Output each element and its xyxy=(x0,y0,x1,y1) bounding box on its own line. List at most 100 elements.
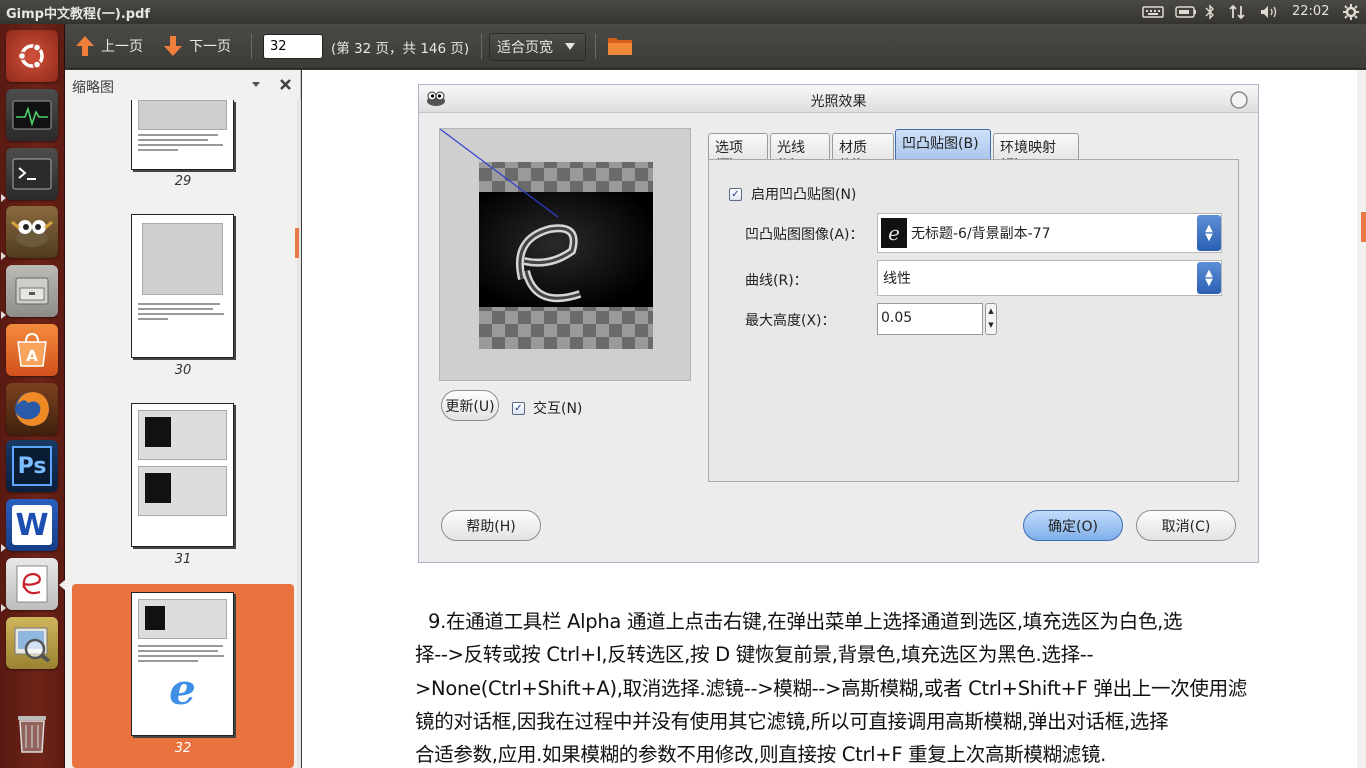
paragraph-line: 9.在通道工具栏 Alpha 通道上点击右键,在弹出菜单上选择通道到选区,填充选… xyxy=(428,610,1183,633)
gear-icon[interactable] xyxy=(1340,2,1362,22)
gimp-icon[interactable] xyxy=(6,206,58,258)
toolbar-separator xyxy=(251,34,252,59)
paragraph-line: 合适参数,应用.如果模糊的参数不用修改,则直接按 Ctrl+F 重复上次高斯模糊… xyxy=(415,743,1107,766)
close-icon xyxy=(1230,91,1248,109)
update-button: 更新(U) xyxy=(441,390,499,421)
window-title: Gimp中文教程(一).pdf xyxy=(6,7,151,22)
zoom-label: 适合页宽 xyxy=(497,40,553,56)
curve-label: 曲线(R)： xyxy=(745,273,808,289)
zoom-select[interactable]: 适合页宽 xyxy=(489,33,586,61)
dialog-title: 光照效果 xyxy=(810,94,867,110)
sidebar-scrollbar[interactable] xyxy=(297,100,301,768)
max-height-label: 最大高度(X)： xyxy=(745,313,836,329)
sidebar-header: 缩略图 xyxy=(65,70,301,100)
viewer-toolbar: 上一页 下一页 (第 32 页，共 146 页) 适合页宽 xyxy=(65,24,1366,69)
e-logo-icon: e xyxy=(169,665,196,714)
running-indicator xyxy=(1,252,6,260)
top-panel: Gimp中文教程(一).pdf 22:02 xyxy=(0,0,1366,24)
tab-bump-map: 凹凸贴图(B) xyxy=(895,129,991,160)
arrow-down-icon xyxy=(164,36,182,56)
wps-writer-label: W xyxy=(12,505,52,545)
wps-writer-icon[interactable]: W xyxy=(6,499,58,551)
preview-image xyxy=(440,129,653,349)
checkbox-checked-icon: ✓ xyxy=(729,187,742,201)
network-icon[interactable] xyxy=(1226,2,1248,22)
software-center-icon[interactable]: A xyxy=(6,324,58,376)
tab-environment-map: 环境映射(E) xyxy=(993,133,1079,173)
chevron-down-icon[interactable] xyxy=(252,82,260,88)
arrow-up-icon xyxy=(76,36,94,56)
tab-options: 选项(T) xyxy=(708,133,768,173)
interactive-label: 交互(N) xyxy=(533,401,583,417)
image-viewer-icon[interactable] xyxy=(6,617,58,669)
photoshop-label: Ps xyxy=(12,446,52,486)
terminal-icon[interactable] xyxy=(6,148,58,200)
thumbnail-page-number: 30 xyxy=(174,363,192,378)
volume-icon[interactable] xyxy=(1258,2,1282,22)
thumbnail-page-number: 31 xyxy=(174,552,192,567)
paragraph-line: 择-->反转或按 Ctrl+I,反转选区,按 D 键恢复前景,背景色,填充选区为… xyxy=(415,643,1094,666)
bump-image-value: 无标题-6/背景副本-77 xyxy=(911,226,1051,242)
image-thumbnail-icon: e xyxy=(881,218,907,248)
previous-page-button[interactable]: 上一页 xyxy=(75,35,143,57)
thumbnail-page-selected[interactable]: e xyxy=(131,592,234,736)
document-scroll-thumb[interactable] xyxy=(1361,212,1366,242)
ubuntu-logo-icon[interactable] xyxy=(6,30,58,82)
curve-select: 线性 ▲ ▼ xyxy=(877,260,1222,296)
battery-icon[interactable] xyxy=(1173,2,1199,22)
next-page-button[interactable]: 下一页 xyxy=(163,35,231,57)
next-page-label: 下一页 xyxy=(189,39,231,55)
lighting-effects-dialog-image: 光照效果 更新(U) ✓ 交互(N) 选项(T) 光线(L) 材质(M) 凹凸贴… xyxy=(418,84,1259,563)
tab-light: 光线(L) xyxy=(770,133,830,173)
close-icon[interactable] xyxy=(279,78,292,91)
running-indicator xyxy=(1,311,6,319)
toolbar-separator xyxy=(595,34,596,59)
thumbnail-page-number: 32 xyxy=(174,741,192,756)
toolbar-separator xyxy=(481,34,482,59)
running-indicator xyxy=(1,604,6,612)
running-indicator xyxy=(1,544,6,552)
help-button: 帮助(H) xyxy=(441,510,541,541)
chevron-down-icon xyxy=(565,43,575,50)
page-number-input[interactable] xyxy=(263,34,323,59)
curve-value: 线性 xyxy=(883,271,911,287)
sidebar-scroll-thumb[interactable] xyxy=(295,228,299,258)
bluetooth-icon[interactable] xyxy=(1203,2,1217,22)
cancel-button: 取消(C) xyxy=(1136,510,1236,541)
firefox-icon[interactable] xyxy=(6,383,58,435)
thumbnail-sidebar: 缩略图 29 30 31 e 32 xyxy=(65,70,301,768)
document-scrollbar[interactable] xyxy=(1357,70,1366,768)
keyboard-icon[interactable] xyxy=(1140,2,1166,22)
ok-button: 确定(O) xyxy=(1023,510,1123,541)
enable-bump-label: 启用凹凸贴图(N) xyxy=(751,187,857,203)
svg-text:A: A xyxy=(26,347,38,365)
previous-page-label: 上一页 xyxy=(101,39,143,55)
chevron-updown-icon: ▲ ▼ xyxy=(1197,262,1221,294)
max-height-input: 0.05 xyxy=(877,303,983,335)
file-manager-icon[interactable] xyxy=(6,265,58,317)
thumbnail-page[interactable] xyxy=(131,403,234,547)
trash-icon[interactable] xyxy=(6,707,58,759)
bump-image-select: e 无标题-6/背景副本-77 ▲ ▼ xyxy=(877,213,1222,253)
bump-image-label: 凹凸贴图图像(A)： xyxy=(745,227,864,243)
preview-area xyxy=(439,128,691,381)
photoshop-icon[interactable]: Ps xyxy=(6,440,58,492)
paragraph-line: >None(Ctrl+Shift+A),取消选择.滤镜-->模糊-->高斯模糊,… xyxy=(415,677,1247,700)
thumbnail-page-number: 29 xyxy=(174,174,192,189)
folder-icon xyxy=(608,38,632,55)
system-monitor-icon[interactable] xyxy=(6,89,58,141)
enable-bump-checkbox: ✓ 启用凹凸贴图(N) xyxy=(729,184,856,204)
checkbox-checked-icon: ✓ xyxy=(512,401,525,415)
open-folder-button[interactable] xyxy=(607,34,633,56)
bump-map-panel: ✓ 启用凹凸贴图(N) 凹凸贴图图像(A)： e 无标题-6/背景副本-77 ▲… xyxy=(708,159,1239,482)
page-info: (第 32 页，共 146 页) xyxy=(331,41,470,57)
chevron-updown-icon: ▲ ▼ xyxy=(1197,215,1221,251)
clock[interactable]: 22:02 xyxy=(1292,4,1329,19)
document-viewer-icon[interactable] xyxy=(6,558,58,610)
dialog-titlebar: 光照效果 xyxy=(419,85,1258,113)
sidebar-title: 缩略图 xyxy=(72,80,114,96)
thumbnail-page[interactable] xyxy=(131,214,234,358)
interactive-checkbox: ✓ 交互(N) xyxy=(512,398,582,418)
spin-arrows-icon: ▲ ▼ xyxy=(985,303,997,335)
thumbnail-page[interactable] xyxy=(131,100,234,170)
